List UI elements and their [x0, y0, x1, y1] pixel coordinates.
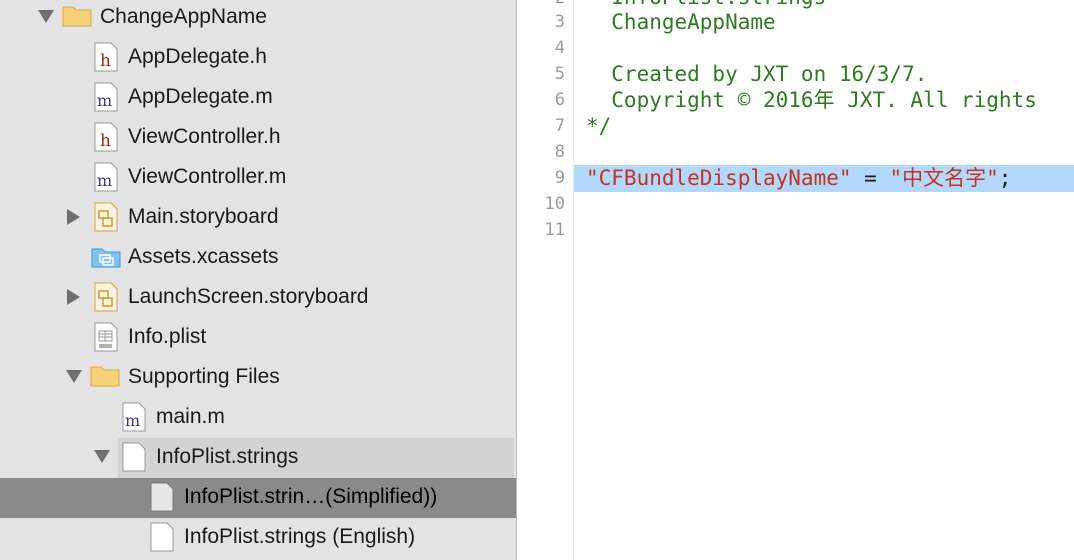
svg-text:h: h [100, 131, 111, 151]
svg-text:m: m [97, 91, 112, 110]
tree-row-info-plist[interactable]: Info.plist [0, 318, 516, 358]
code-line-6: Copyright © 2016年 JXT. All rights [586, 88, 1037, 112]
storyboard-icon [94, 282, 118, 312]
disclosure-open-icon[interactable] [94, 450, 110, 463]
header-file-icon: h [94, 122, 118, 152]
header-file-icon: h [94, 42, 118, 72]
svg-text:m: m [125, 411, 140, 430]
svg-text:m: m [97, 171, 112, 190]
folder-icon [62, 6, 92, 27]
line-number: 4 [554, 38, 565, 58]
project-navigator: ChangeAppName h AppDelegate.h m AppDeleg… [0, 0, 517, 560]
storyboard-icon [94, 202, 118, 232]
tree-item-label: Supporting Files [128, 365, 280, 388]
line-number: 2 [517, 0, 565, 8]
tree-item-label: ChangeAppName [100, 5, 267, 28]
line-number: 6 [554, 90, 565, 110]
string-key: "CFBundleDisplayName" [586, 166, 852, 190]
folder-icon [90, 366, 120, 387]
file-icon [122, 442, 146, 472]
tree-row-viewcontroller-m[interactable]: m ViewController.m [0, 158, 516, 198]
tree-row-infoplist-english[interactable]: InfoPlist.strings (English) [0, 518, 516, 558]
asset-catalog-icon [91, 248, 121, 268]
tree-item-label: Main.storyboard [128, 205, 279, 228]
tree-item-label: InfoPlist.strin…(Simplified)) [184, 485, 438, 508]
disclosure-open-icon[interactable] [38, 10, 54, 23]
line-number: 7 [554, 116, 565, 136]
tree-item-label: main.m [156, 405, 225, 428]
disclosure-open-icon[interactable] [66, 370, 82, 383]
tree-row-changeappname[interactable]: ChangeAppName [0, 0, 516, 38]
code-line-5: Created by JXT on 16/3/7. [586, 62, 928, 86]
file-icon [150, 522, 174, 552]
tree-row-main-storyboard[interactable]: Main.storyboard [0, 198, 516, 238]
objc-file-icon: m [94, 162, 118, 192]
disclosure-closed-icon[interactable] [67, 289, 80, 305]
code-line-3: ChangeAppName [586, 10, 776, 34]
tree-item-label: AppDelegate.m [128, 85, 273, 108]
tree-row-launchscreen[interactable]: LaunchScreen.storyboard [0, 278, 516, 318]
code-line-7: */ [586, 114, 612, 138]
plist-icon [94, 322, 118, 352]
tree-item-label: ViewController.m [128, 165, 287, 188]
line-number: 3 [554, 12, 565, 32]
disclosure-closed-icon[interactable] [67, 209, 80, 225]
tree-item-label: InfoPlist.strings [156, 445, 299, 468]
tree-row-viewcontroller-h[interactable]: h ViewController.h [0, 118, 516, 158]
objc-file-icon: m [122, 402, 146, 432]
tree-row-main-m[interactable]: m main.m [0, 398, 516, 438]
tree-row-appdelegate-h[interactable]: h AppDelegate.h [0, 38, 516, 78]
code-line-9: "CFBundleDisplayName" = "中文名字"; [586, 165, 1011, 191]
line-number: 10 [544, 194, 565, 214]
tree-row-assets[interactable]: Assets.xcassets [0, 238, 516, 278]
string-value: "中文名字" [889, 166, 999, 190]
tree-row-infoplist-simplified[interactable]: InfoPlist.strin…(Simplified)) [0, 478, 516, 518]
equals-operator: = [851, 166, 890, 190]
line-number: 11 [544, 220, 565, 240]
tree-item-label: AppDelegate.h [128, 45, 267, 68]
line-number-gutter: 2 3 4 5 6 7 8 9 10 11 [517, 0, 574, 560]
objc-file-icon: m [94, 82, 118, 112]
line-number: 9 [554, 168, 565, 188]
line-number: 8 [554, 142, 565, 162]
tree-item-label: Info.plist [128, 325, 207, 348]
tree-row-infoplist-strings[interactable]: InfoPlist.strings [94, 438, 514, 478]
tree-item-label: LaunchScreen.storyboard [128, 285, 369, 308]
file-icon [150, 482, 174, 512]
semicolon: ; [998, 166, 1012, 190]
tree-row-appdelegate-m[interactable]: m AppDelegate.m [0, 78, 516, 118]
svg-text:h: h [100, 51, 111, 71]
tree-item-label: Assets.xcassets [128, 245, 279, 268]
code-editor[interactable]: InfoPlist.strings ChangeAppName Created … [574, 0, 1074, 560]
line-number: 5 [554, 64, 565, 84]
tree-item-label: InfoPlist.strings (English) [184, 525, 416, 548]
tree-item-label: ViewController.h [128, 125, 281, 148]
tree-row-supporting-files[interactable]: Supporting Files [0, 358, 516, 398]
